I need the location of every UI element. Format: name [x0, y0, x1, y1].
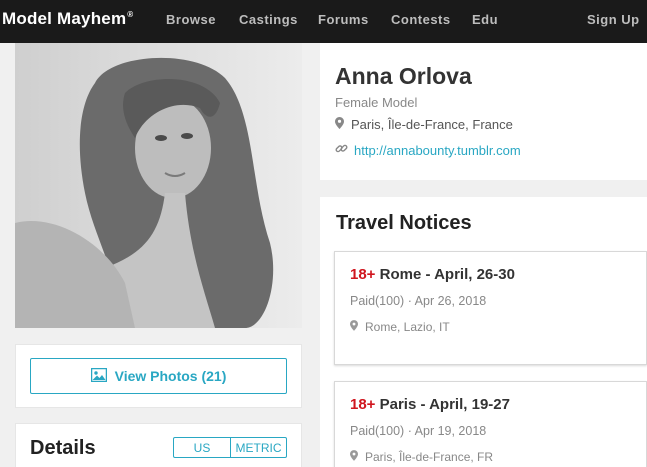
top-nav: Model Mayhem® Browse Castings Forums Con…	[0, 0, 647, 43]
payment-text: Paid(100)	[350, 294, 405, 308]
nav-link-browse[interactable]: Browse	[166, 12, 216, 27]
sign-up-link[interactable]: Sign Up	[587, 12, 640, 27]
nav-link-edu[interactable]: Edu	[472, 12, 498, 27]
meta-separator: ·	[407, 424, 412, 438]
profile-photo[interactable]	[15, 43, 302, 328]
age-badge: 18+	[350, 396, 376, 413]
travel-notice-meta: Paid(100) · Apr 19, 2018	[350, 424, 486, 438]
travel-notice-card[interactable]: 18+ Rome - April, 26-30 Paid(100) · Apr …	[334, 251, 647, 365]
logo-mark: ®	[127, 10, 134, 19]
travel-notice-location: Paris, Île-de-France, FR	[350, 450, 493, 464]
details-title: Details	[30, 437, 96, 459]
travel-notices-title: Travel Notices	[336, 212, 472, 234]
unit-metric-button[interactable]: METRIC	[231, 438, 286, 457]
travel-notice-location: Rome, Lazio, IT	[350, 320, 450, 334]
unit-toggle: US METRIC	[173, 437, 287, 458]
profile-location: Paris, Île-de-France, France	[335, 117, 513, 132]
map-pin-icon	[350, 320, 358, 334]
profile-role: Female Model	[335, 95, 418, 110]
travel-notice-card[interactable]: 18+ Paris - April, 19-27 Paid(100) · Apr…	[334, 381, 647, 467]
age-badge: 18+	[350, 266, 376, 283]
link-icon	[335, 142, 348, 158]
travel-notice-meta: Paid(100) · Apr 26, 2018	[350, 294, 486, 308]
image-icon	[90, 367, 107, 385]
map-pin-icon	[350, 450, 358, 464]
site-logo[interactable]: Model Mayhem®	[2, 9, 133, 29]
logo-text: Model Mayhem	[2, 9, 127, 28]
date-text: Apr 26, 2018	[414, 294, 487, 308]
travel-location-text: Paris, Île-de-France, FR	[365, 450, 494, 464]
profile-website: http://annabounty.tumblr.com	[335, 142, 521, 158]
travel-notice-title: 18+ Paris - April, 19-27	[350, 396, 510, 413]
nav-link-contests[interactable]: Contests	[391, 12, 451, 27]
profile-location-text: Paris, Île-de-France, France	[351, 117, 513, 132]
date-text: Apr 19, 2018	[414, 424, 487, 438]
travel-notice-name: Rome - April, 26-30	[379, 266, 515, 283]
view-photos-label: View Photos (21)	[114, 368, 227, 384]
map-pin-icon	[335, 117, 344, 132]
nav-link-castings[interactable]: Castings	[239, 12, 298, 27]
website-link[interactable]: http://annabounty.tumblr.com	[354, 143, 521, 158]
travel-notice-name: Paris - April, 19-27	[379, 396, 510, 413]
travel-location-text: Rome, Lazio, IT	[365, 320, 450, 334]
profile-name: Anna Orlova	[335, 63, 472, 89]
view-photos-button[interactable]: View Photos (21)	[30, 358, 287, 394]
travel-notice-title: 18+ Rome - April, 26-30	[350, 266, 515, 283]
meta-separator: ·	[407, 294, 412, 308]
payment-text: Paid(100)	[350, 424, 405, 438]
nav-link-forums[interactable]: Forums	[318, 12, 369, 27]
unit-us-button[interactable]: US	[174, 438, 231, 457]
